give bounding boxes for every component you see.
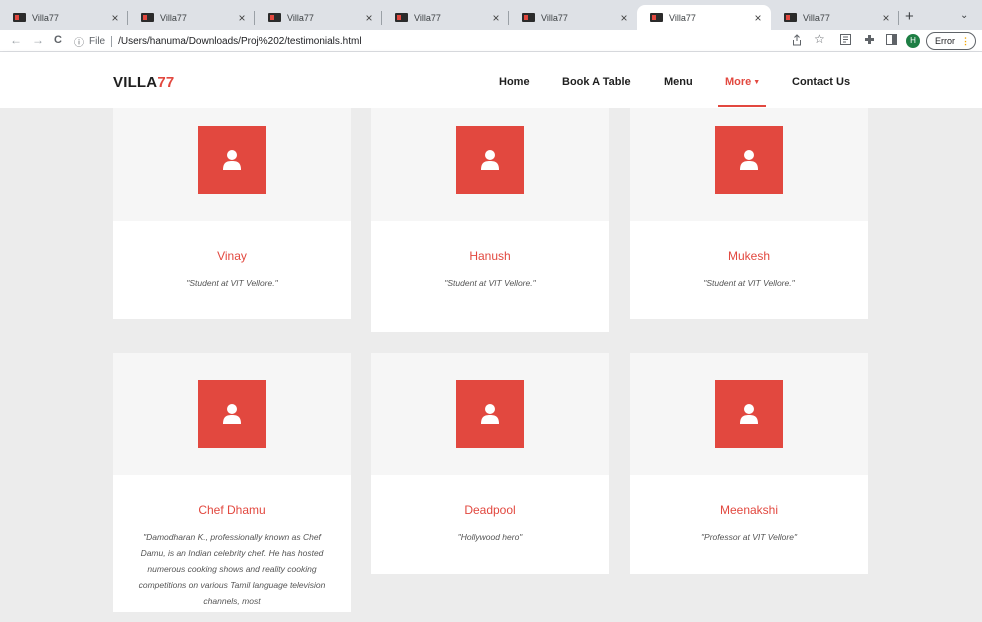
error-label: Error: [935, 36, 955, 46]
testimonial-quote: "Damodharan K., professionally known as …: [138, 532, 326, 606]
nav-link-contact-us[interactable]: Contact Us: [792, 76, 850, 88]
testimonial-card: Vinay "Student at VIT Vellore.": [113, 108, 351, 319]
browser-tab-active[interactable]: Villa77 ×: [637, 5, 771, 30]
reader-icon[interactable]: [840, 34, 851, 48]
testimonial-card: Meenakshi "Professor at VIT Vellore": [630, 353, 868, 574]
close-tab-icon[interactable]: ×: [235, 11, 249, 25]
logo-text: VILLA: [113, 74, 158, 91]
close-tab-icon[interactable]: ×: [751, 11, 765, 25]
nav-link-home[interactable]: Home: [499, 76, 530, 88]
tab-title: Villa77: [541, 12, 568, 23]
user-avatar-icon: [198, 126, 266, 194]
testimonial-name: Chef Dhamu: [198, 503, 266, 517]
browser-tab[interactable]: Villa77 ×: [509, 5, 637, 30]
browser-tab[interactable]: Villa77 ×: [128, 5, 255, 30]
tab-title: Villa77: [160, 12, 187, 23]
profile-avatar[interactable]: H: [906, 34, 920, 48]
testimonial-card: Mukesh "Student at VIT Vellore.": [630, 108, 868, 319]
tab-title: Villa77: [803, 12, 830, 23]
nav-link-menu[interactable]: Menu: [664, 76, 693, 88]
browser-tab-strip: Villa77 × Villa77 × Villa77 × Villa77 × …: [0, 0, 982, 30]
sidepanel-icon[interactable]: [886, 34, 897, 48]
testimonial-name: Deadpool: [464, 503, 516, 517]
close-tab-icon[interactable]: ×: [617, 11, 631, 25]
close-tab-icon[interactable]: ×: [879, 11, 893, 25]
window-bottom-edge: [0, 612, 982, 622]
file-scheme-label: File: [89, 35, 106, 47]
testimonial-quote: "Professor at VIT Vellore": [701, 532, 797, 542]
browser-tab[interactable]: Villa77 ×: [0, 5, 128, 30]
nav-link-book-a-table[interactable]: Book A Table: [562, 76, 631, 88]
browser-tab[interactable]: Villa77 ×: [255, 5, 382, 30]
tab-title: Villa77: [669, 12, 696, 23]
testimonials-section: Vinay "Student at VIT Vellore." Hanush "…: [0, 108, 982, 612]
new-tab-button[interactable]: +: [905, 8, 914, 25]
favicon-icon: [268, 13, 281, 22]
testimonial-quote: "Student at VIT Vellore.": [444, 278, 536, 288]
tab-divider: [898, 11, 899, 25]
share-icon[interactable]: [792, 34, 802, 49]
testimonial-name: Vinay: [217, 249, 247, 263]
testimonial-quote: "Hollywood hero": [457, 532, 523, 542]
favicon-icon: [395, 13, 408, 22]
tab-title: Villa77: [287, 12, 314, 23]
close-tab-icon[interactable]: ×: [362, 11, 376, 25]
favicon-icon: [522, 13, 535, 22]
testimonial-name: Mukesh: [727, 249, 771, 263]
testimonial-card: Deadpool "Hollywood hero": [371, 353, 609, 574]
testimonial-name: Hanush: [469, 249, 511, 263]
url-text[interactable]: /Users/hanuma/Downloads/Proj%202/testimo…: [118, 36, 361, 47]
user-avatar-icon: [715, 380, 783, 448]
testimonial-name: Meenakshi: [719, 503, 779, 517]
close-tab-icon[interactable]: ×: [489, 11, 503, 25]
user-avatar-icon: [715, 126, 783, 194]
close-tab-icon[interactable]: ×: [108, 11, 122, 25]
testimonial-card: Chef Dhamu "Damodharan K., professionall…: [113, 353, 351, 612]
testimonial-quote: "Student at VIT Vellore.": [703, 278, 795, 288]
tab-title: Villa77: [32, 12, 59, 23]
tab-title: Villa77: [414, 12, 441, 23]
browser-tab[interactable]: Villa77 ×: [382, 5, 509, 30]
caret-down-icon: ▼: [753, 79, 761, 86]
active-nav-indicator: [718, 105, 766, 107]
nav-more-label: More: [725, 76, 752, 88]
browser-toolbar: ← → C ⓘ File /Users/hanuma/Downloads/Pro…: [0, 30, 982, 52]
user-avatar-icon: [456, 126, 524, 194]
site-logo[interactable]: VILLA77: [113, 74, 174, 91]
kebab-menu-icon[interactable]: ⋮: [961, 36, 970, 47]
star-icon[interactable]: ☆: [814, 32, 825, 46]
testimonial-card: Hanush "Student at VIT Vellore.": [371, 108, 609, 332]
favicon-icon: [784, 13, 797, 22]
favicon-icon: [650, 13, 663, 22]
favicon-icon: [141, 13, 154, 22]
favicon-icon: [13, 13, 26, 22]
forward-arrow-icon[interactable]: →: [32, 33, 44, 47]
error-button[interactable]: Error ⋮: [926, 32, 976, 50]
browser-tab[interactable]: Villa77 ×: [771, 5, 899, 30]
site-info-icon[interactable]: ⓘ: [74, 34, 84, 49]
address-bar[interactable]: ⓘ File /Users/hanuma/Downloads/Proj%202/…: [74, 32, 774, 50]
user-avatar-icon: [198, 380, 266, 448]
site-header: VILLA77 Home Book A Table Menu More ▼ Con…: [0, 52, 982, 108]
nav-link-more[interactable]: More ▼: [725, 76, 760, 88]
reload-icon[interactable]: C: [54, 34, 62, 46]
extensions-icon[interactable]: [864, 34, 875, 48]
testimonial-quote: "Student at VIT Vellore.": [186, 278, 278, 288]
logo-accent-text: 77: [157, 74, 175, 91]
back-arrow-icon[interactable]: ←: [10, 33, 22, 47]
tab-search-chevron-icon[interactable]: ⌄: [960, 10, 968, 21]
user-avatar-icon: [456, 380, 524, 448]
omnibox-divider: [111, 35, 113, 47]
